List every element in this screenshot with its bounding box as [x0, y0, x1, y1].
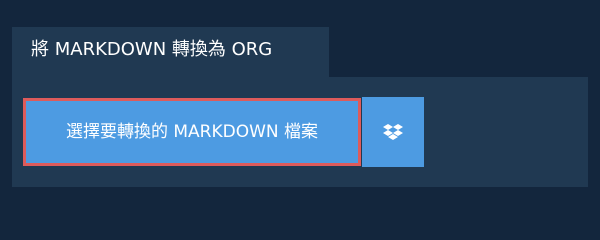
select-file-label: 選擇要轉換的 MARKDOWN 檔案	[65, 122, 319, 142]
select-file-button[interactable]: 選擇要轉換的 MARKDOWN 檔案	[23, 98, 361, 166]
dropbox-button[interactable]	[362, 97, 424, 167]
convert-tab: 將 MARKDOWN 轉換為 ORG	[12, 27, 329, 77]
dropbox-icon	[383, 123, 403, 140]
tab-title: 將 MARKDOWN 轉換為 ORG	[31, 39, 273, 60]
